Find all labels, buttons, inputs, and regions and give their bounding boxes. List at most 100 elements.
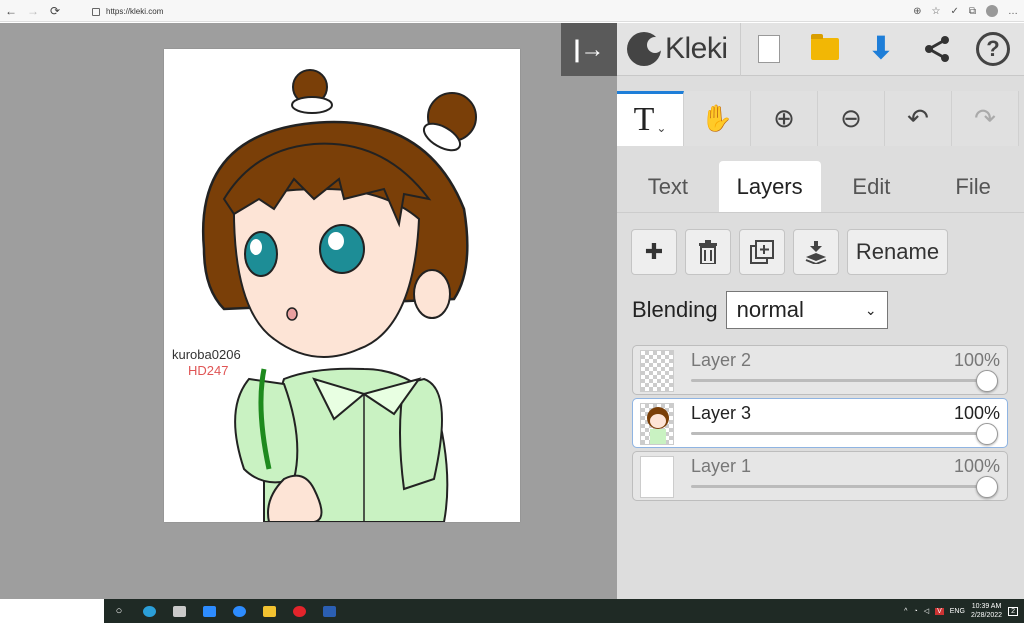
- opacity-slider-track[interactable]: [691, 432, 991, 435]
- signature-id: HD247: [188, 363, 228, 378]
- layer-name: Layer 2: [691, 350, 752, 370]
- hand-icon: ✋: [700, 103, 734, 133]
- save-image-button[interactable]: ⬇: [853, 23, 909, 76]
- layer-item-selected[interactable]: Layer 3 100%: [632, 398, 1008, 448]
- tool-bar: T ⌄ ✋ ⊕ ⊖ ↶ ↷: [617, 91, 1024, 146]
- edge-icon[interactable]: [134, 599, 164, 623]
- trash-icon: [699, 240, 717, 264]
- favorites-list-icon[interactable]: ✓: [950, 6, 958, 17]
- more-icon[interactable]: …: [1008, 6, 1018, 17]
- opera-icon[interactable]: [284, 599, 314, 623]
- zoom-out-button[interactable]: ⊖: [818, 91, 885, 146]
- profile-avatar[interactable]: [986, 5, 998, 17]
- redo-icon: ↷: [974, 103, 996, 133]
- tray-caret-icon[interactable]: ^: [904, 608, 907, 615]
- drawing-canvas[interactable]: kuroba0206 HD247: [164, 49, 520, 522]
- layer-thumbnail: [640, 403, 674, 445]
- windows-taskbar: ○ ^ ◔ ◁ V ENG 10:39 AM 2/28/2022 2: [0, 599, 1024, 623]
- chevron-down-icon[interactable]: ⌄: [656, 121, 666, 135]
- add-layer-button[interactable]: ✚: [631, 229, 677, 275]
- logo-text: Kleki: [665, 32, 728, 65]
- url-text: https://kleki.com: [106, 6, 164, 16]
- paint-icon[interactable]: [164, 599, 194, 623]
- layer-opacity: 100%: [953, 350, 1000, 370]
- chevron-down-icon: ⌄: [864, 301, 877, 318]
- volume-icon[interactable]: ◁: [924, 607, 929, 615]
- layer-thumbnail-drawing: [647, 407, 669, 444]
- clock-date: 2/28/2022: [970, 612, 1003, 619]
- network-icon[interactable]: ◔: [913, 608, 917, 615]
- zoom-app-icon[interactable]: [194, 599, 224, 623]
- clock[interactable]: 10:39 AM 2/28/2022: [971, 602, 1002, 620]
- side-panel: Kleki ⬇ ? T ⌄ ✋ ⊕ ⊖ ↶ ↷ Text Layers Edit…: [617, 22, 1024, 599]
- layer-item[interactable]: Layer 1 100%: [632, 451, 1008, 501]
- kleki-logo-icon: [627, 32, 663, 66]
- lock-icon: [92, 8, 100, 16]
- cortana-icon[interactable]: ○: [104, 599, 134, 623]
- back-button[interactable]: ←: [0, 0, 22, 22]
- zoom-meeting-icon[interactable]: [224, 599, 254, 623]
- blending-value: normal: [736, 297, 804, 322]
- text-tool-button[interactable]: T ⌄: [617, 91, 684, 146]
- character-drawing: kuroba0206 HD247: [172, 69, 477, 522]
- layer-item[interactable]: Layer 2 100%: [632, 345, 1008, 395]
- plus-icon: ✚: [644, 239, 664, 264]
- opacity-slider-handle[interactable]: [976, 370, 998, 392]
- tab-layers[interactable]: Layers: [718, 161, 821, 212]
- delete-layer-button[interactable]: [685, 229, 731, 275]
- zoom-icon[interactable]: ⊕: [913, 6, 921, 17]
- opacity-slider-track[interactable]: [691, 379, 991, 382]
- hand-tool-button[interactable]: ✋: [684, 91, 751, 146]
- toggle-ui-button[interactable]: |→: [561, 23, 617, 76]
- antivirus-icon[interactable]: V: [935, 607, 944, 615]
- forward-button[interactable]: →: [22, 0, 44, 22]
- download-icon: ⬇: [868, 32, 894, 65]
- redo-button[interactable]: ↷: [952, 91, 1019, 146]
- tab-edit[interactable]: Edit: [821, 161, 923, 212]
- zoom-out-icon: ⊖: [840, 103, 862, 133]
- kleki-logo[interactable]: Kleki: [617, 22, 741, 76]
- rename-layer-button[interactable]: Rename: [847, 229, 948, 275]
- address-bar[interactable]: https://kleki.com: [92, 3, 163, 19]
- signature-name: kuroba0206: [172, 347, 241, 362]
- clock-time: 10:39 AM: [971, 603, 1002, 610]
- file-explorer-icon[interactable]: [254, 599, 284, 623]
- new-image-button[interactable]: [741, 23, 797, 76]
- zoom-in-icon: ⊕: [773, 103, 795, 133]
- open-image-button[interactable]: [797, 23, 853, 76]
- blending-select[interactable]: normal ⌄: [725, 291, 888, 329]
- new-file-icon: [758, 35, 780, 63]
- taskbar-search-box[interactable]: [0, 599, 104, 623]
- undo-icon: ↶: [907, 103, 929, 133]
- blending-row: Blending normal ⌄: [632, 291, 888, 329]
- reload-button[interactable]: ⟳: [44, 0, 66, 22]
- undo-button[interactable]: ↶: [885, 91, 952, 146]
- canvas-area[interactable]: kuroba0206 HD247 |→: [0, 23, 617, 599]
- favorite-icon[interactable]: ☆: [932, 6, 941, 17]
- help-button[interactable]: ?: [965, 23, 1021, 76]
- tab-text[interactable]: Text: [617, 161, 719, 212]
- language-indicator[interactable]: ENG: [950, 608, 965, 615]
- tab-file[interactable]: File: [922, 161, 1024, 212]
- browser-right-icons: ⊕ ☆ ✓ ⧉ …: [913, 0, 1018, 22]
- opacity-slider-track[interactable]: [691, 485, 991, 488]
- layer-actions: ✚ Rename: [631, 229, 948, 275]
- zoom-in-button[interactable]: ⊕: [751, 91, 818, 146]
- collapse-panel-icon: |→: [573, 35, 605, 63]
- system-tray: ^ ◔ ◁ V ENG 10:39 AM 2/28/2022 2: [904, 599, 1018, 623]
- folder-icon: [811, 34, 839, 60]
- duplicate-layer-button[interactable]: [739, 229, 785, 275]
- text-tool-icon: T: [633, 101, 655, 138]
- layer-name: Layer 3: [691, 403, 752, 423]
- notification-icon[interactable]: 2: [1008, 606, 1018, 616]
- panel-tabs: Text Layers Edit File: [617, 161, 1024, 213]
- merge-layer-button[interactable]: [793, 229, 839, 275]
- merge-down-icon: [805, 241, 827, 264]
- layer-opacity: 100%: [953, 456, 1000, 476]
- word-icon[interactable]: [314, 599, 344, 623]
- share-button[interactable]: [909, 23, 965, 76]
- opacity-slider-handle[interactable]: [976, 423, 998, 445]
- collections-icon[interactable]: ⧉: [969, 6, 976, 17]
- opacity-slider-handle[interactable]: [976, 476, 998, 498]
- layer-thumbnail: [640, 350, 674, 392]
